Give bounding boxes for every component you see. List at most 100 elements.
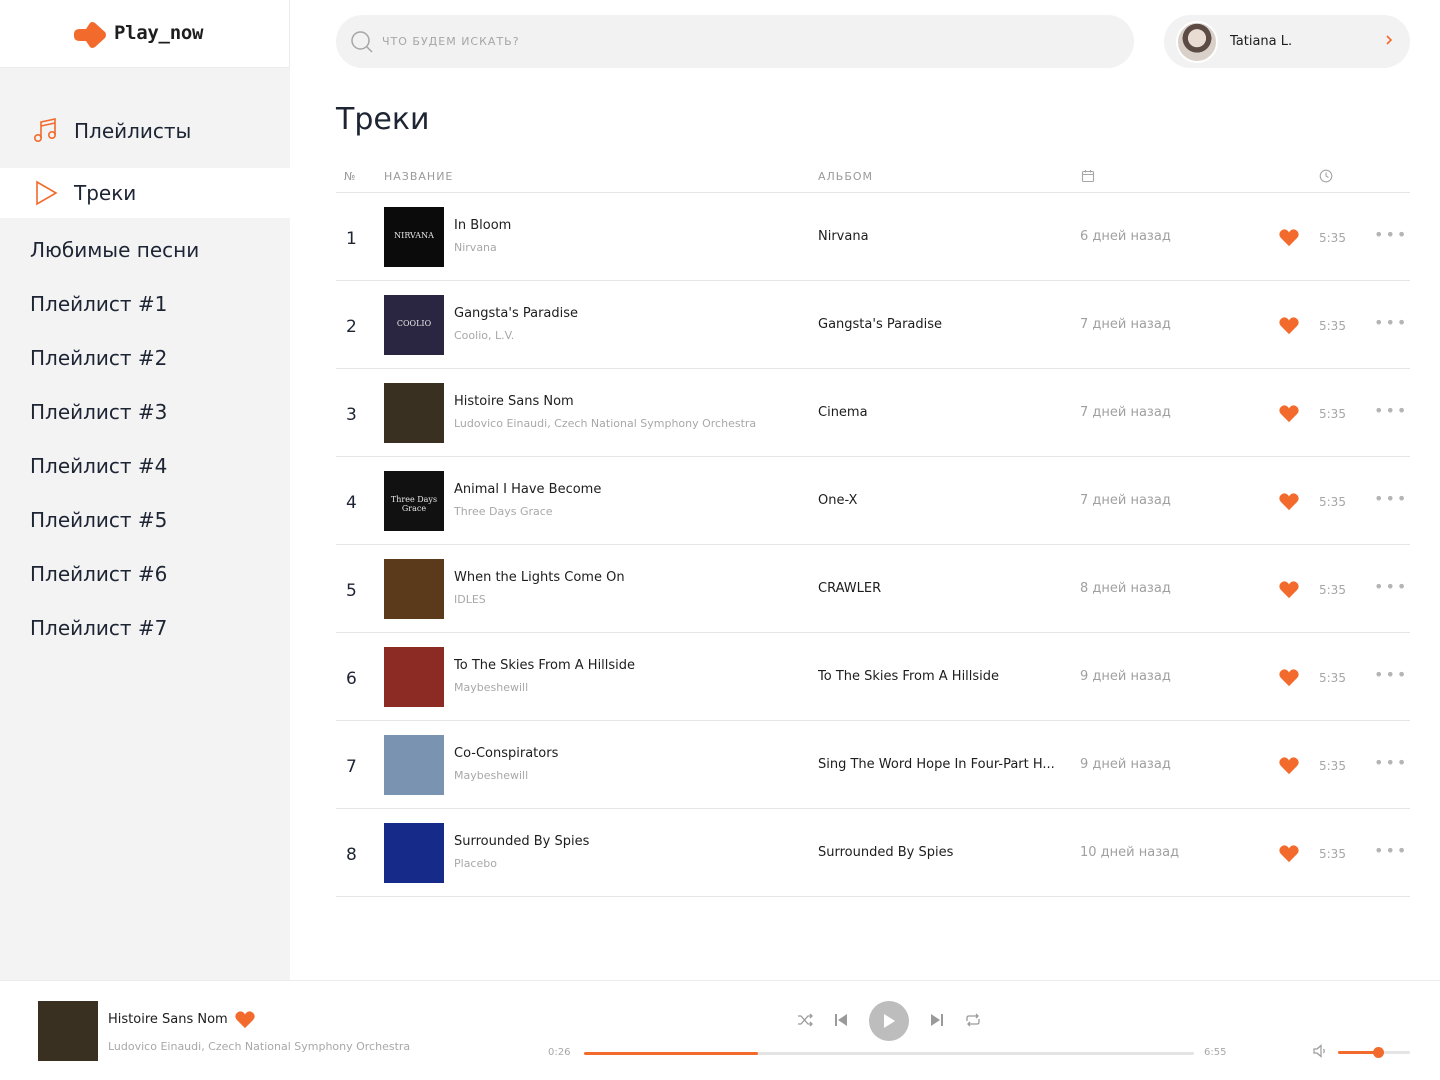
more-options-icon[interactable]: •••	[1374, 665, 1408, 684]
track-album[interactable]: Nirvana	[818, 229, 869, 244]
column-header-number: №	[344, 170, 357, 183]
sidebar-item-playlist-7[interactable]: Плейлист #7	[30, 616, 167, 640]
track-artist[interactable]: Placebo	[454, 857, 497, 870]
track-album[interactable]: Cinema	[818, 405, 868, 420]
album-cover[interactable]: NIRVANA	[384, 207, 444, 267]
heart-icon[interactable]	[1278, 667, 1300, 687]
track-title[interactable]: Histoire Sans Nom	[454, 394, 574, 409]
previous-button[interactable]	[834, 1012, 848, 1028]
user-name: Tatiana L.	[1230, 34, 1293, 49]
table-row[interactable]: 8 Surrounded By Spies Placebo Surrounded By…	[336, 809, 1410, 897]
more-options-icon[interactable]: •••	[1374, 753, 1408, 772]
track-album[interactable]: Surrounded By Spies	[818, 845, 953, 860]
track-artist[interactable]: Maybeshewill	[454, 769, 528, 782]
now-playing-title[interactable]: Histoire Sans Nom	[108, 1012, 228, 1027]
track-album[interactable]: Sing The Word Hope In Four-Part H...	[818, 757, 1055, 772]
album-cover[interactable]	[384, 735, 444, 795]
volume-icon[interactable]	[1312, 1043, 1328, 1059]
album-cover[interactable]: Three Days Grace	[384, 471, 444, 531]
heart-icon[interactable]	[1278, 315, 1300, 335]
progress-bar[interactable]	[584, 1052, 1194, 1055]
search-bar[interactable]	[336, 15, 1134, 68]
track-duration: 5:35	[1319, 495, 1346, 509]
album-cover[interactable]	[384, 823, 444, 883]
track-date-added: 8 дней назад	[1080, 581, 1171, 596]
heart-icon[interactable]	[1278, 227, 1300, 247]
more-options-icon[interactable]: •••	[1374, 577, 1408, 596]
sidebar-item-playlist-5[interactable]: Плейлист #5	[30, 508, 167, 532]
track-title[interactable]: In Bloom	[454, 218, 511, 233]
track-artist[interactable]: Three Days Grace	[454, 505, 553, 518]
table-row[interactable]: 6 To The Skies From A Hillside Maybeshewil…	[336, 633, 1410, 721]
logo[interactable]: Play_now	[0, 0, 290, 68]
track-artist[interactable]: Maybeshewill	[454, 681, 528, 694]
volume-knob[interactable]	[1372, 1047, 1384, 1058]
page-title: Треки	[336, 102, 430, 137]
track-artist[interactable]: Coolio, L.V.	[454, 329, 514, 342]
album-cover[interactable]	[384, 647, 444, 707]
sidebar-item-playlists[interactable]: Плейлисты	[0, 94, 290, 168]
sidebar-item-playlist-2[interactable]: Плейлист #2	[30, 346, 167, 370]
next-button[interactable]	[930, 1012, 944, 1028]
sidebar-item-playlist-1[interactable]: Плейлист #1	[30, 292, 167, 316]
heart-icon[interactable]	[1278, 843, 1300, 863]
track-album[interactable]: Gangsta's Paradise	[818, 317, 942, 332]
track-title[interactable]: To The Skies From A Hillside	[454, 658, 635, 673]
album-cover[interactable]: COOLIO	[384, 295, 444, 355]
album-cover[interactable]	[384, 383, 444, 443]
table-row[interactable]: 4 Three Days Grace Animal I Have Become Thr…	[336, 457, 1410, 545]
sidebar-item-playlist-3[interactable]: Плейлист #3	[30, 400, 167, 424]
track-title[interactable]: Animal I Have Become	[454, 482, 601, 497]
column-header-album[interactable]: АЛЬБОМ	[818, 170, 873, 183]
track-number: 4	[346, 493, 357, 513]
user-menu[interactable]: Tatiana L.	[1164, 15, 1410, 68]
more-options-icon[interactable]: •••	[1374, 313, 1408, 332]
more-options-icon[interactable]: •••	[1374, 489, 1408, 508]
album-cover[interactable]	[384, 559, 444, 619]
chevron-right-icon[interactable]	[1384, 33, 1394, 47]
track-album[interactable]: One-X	[818, 493, 857, 508]
table-row[interactable]: 3 Histoire Sans Nom Ludovico Einaudi, Czec…	[336, 369, 1410, 457]
track-title[interactable]: When the Lights Come On	[454, 570, 625, 585]
heart-icon[interactable]	[1278, 403, 1300, 423]
heart-icon[interactable]	[1278, 579, 1300, 599]
clock-icon[interactable]	[1319, 169, 1333, 183]
track-title[interactable]: Co-Conspirators	[454, 746, 558, 761]
album-cover-text: Three Days Grace	[390, 495, 438, 513]
now-playing-artist: Ludovico Einaudi, Czech National Symphon…	[108, 1040, 411, 1053]
track-title[interactable]: Surrounded By Spies	[454, 834, 589, 849]
heart-icon[interactable]	[234, 1009, 256, 1029]
table-row[interactable]: 5 When the Lights Come On IDLES CRAWLER 8 дн…	[336, 545, 1410, 633]
sidebar-item-playlist-4[interactable]: Плейлист #4	[30, 454, 167, 478]
play-triangle-icon	[30, 178, 60, 208]
track-album[interactable]: CRAWLER	[818, 581, 881, 596]
sidebar-item-playlist-6[interactable]: Плейлист #6	[30, 562, 167, 586]
column-header-title[interactable]: НАЗВАНИЕ	[384, 170, 453, 183]
now-playing-cover[interactable]	[38, 1001, 98, 1061]
repeat-button[interactable]	[965, 1012, 981, 1028]
track-artist[interactable]: Nirvana	[454, 241, 497, 254]
heart-icon[interactable]	[1278, 491, 1300, 511]
player-bar: Histoire Sans Nom Ludovico Einaudi, Czec…	[0, 980, 1440, 1080]
track-duration: 5:35	[1319, 407, 1346, 421]
sidebar-item-favorites[interactable]: Любимые песни	[30, 238, 199, 262]
search-input[interactable]	[382, 35, 1082, 48]
play-button[interactable]	[869, 1001, 909, 1041]
more-options-icon[interactable]: •••	[1374, 401, 1408, 420]
shuffle-button[interactable]	[797, 1012, 813, 1028]
heart-icon[interactable]	[1278, 755, 1300, 775]
sidebar-item-tracks[interactable]: Треки	[0, 168, 290, 218]
track-artist[interactable]: Ludovico Einaudi, Czech National Symphon…	[454, 417, 756, 430]
more-options-icon[interactable]: •••	[1374, 841, 1408, 860]
table-row[interactable]: 1 NIRVANA In Bloom Nirvana Nirvana 6 дней наз…	[336, 193, 1410, 281]
track-artist[interactable]: IDLES	[454, 593, 486, 606]
table-row[interactable]: 2 COOLIO Gangsta's Paradise Coolio, L.V. Gan…	[336, 281, 1410, 369]
track-album[interactable]: To The Skies From A Hillside	[818, 669, 999, 684]
track-number: 8	[346, 845, 357, 865]
table-row[interactable]: 7 Co-Conspirators Maybeshewill Sing The Wor…	[336, 721, 1410, 809]
track-title[interactable]: Gangsta's Paradise	[454, 306, 578, 321]
calendar-icon[interactable]	[1081, 169, 1095, 183]
track-duration: 5:35	[1319, 671, 1346, 685]
volume-slider[interactable]	[1338, 1047, 1410, 1058]
more-options-icon[interactable]: •••	[1374, 225, 1408, 244]
